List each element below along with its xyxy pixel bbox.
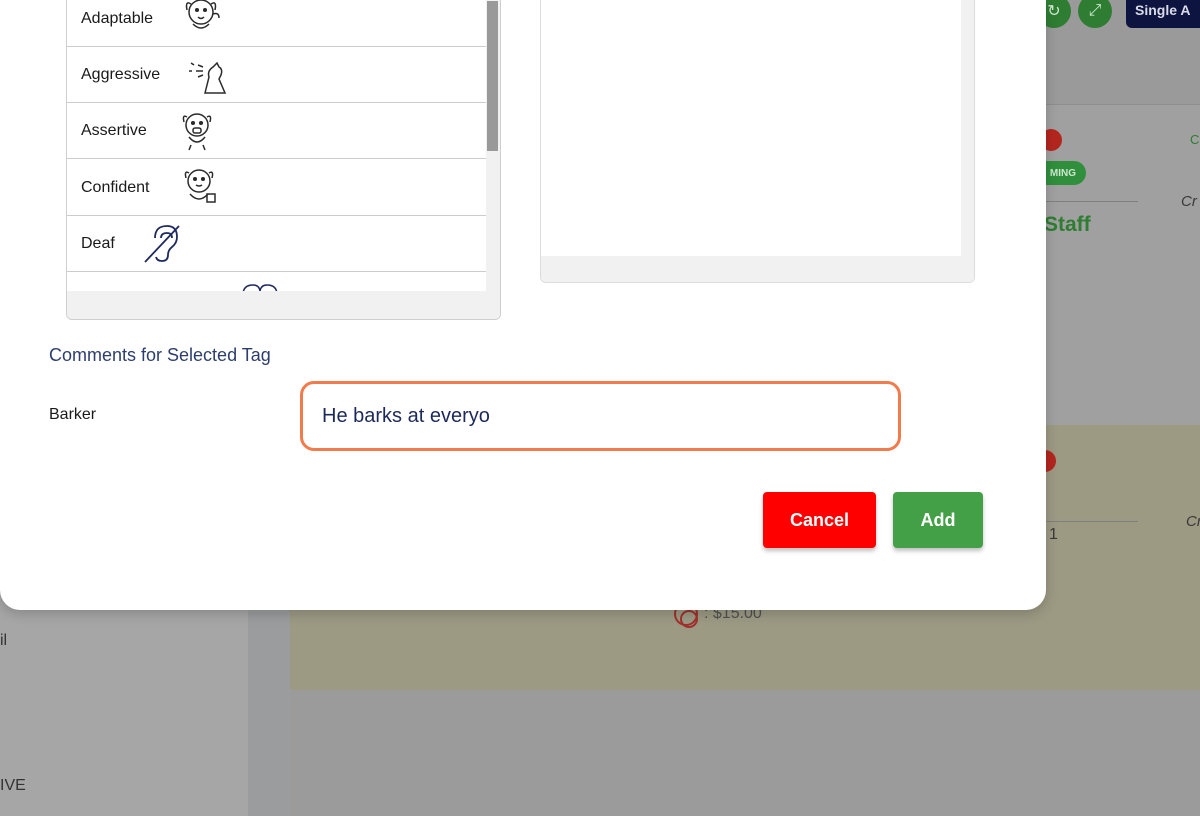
deaf-ear-icon [144,225,180,263]
sidebar-text-partial: IVE [0,777,26,794]
tag-label: Adaptable [81,9,154,27]
tag-label: Assertive [81,121,147,139]
selected-tags-panel [540,0,975,283]
tag-label: Aggressive [81,65,161,83]
sidebar-text-partial: il [0,632,8,649]
tag-label: Confident [81,178,150,196]
divider [1040,201,1138,202]
scrollbar-thumb[interactable] [487,1,498,151]
comments-section-title: Comments for Selected Tag [49,345,271,365]
vertical-scrollbar[interactable] [961,0,974,282]
tag-dialog: Adaptable Aggressive Assertive Confident… [0,0,1046,610]
tag-label: Deaf [81,234,115,252]
card-text-cr: Cr [1181,193,1197,210]
tag-item-assertive[interactable]: Assertive [67,103,487,159]
card-number: 1 [1049,526,1058,543]
tag-item-adaptable[interactable]: Adaptable [67,0,487,47]
horizontal-scrollbar[interactable] [541,256,974,282]
horizontal-scrollbar[interactable] [67,291,487,319]
divider [1046,521,1138,522]
selected-tag-name: Barker [49,406,97,423]
vertical-scrollbar[interactable] [486,0,500,319]
staff-label: Staff [1044,213,1091,236]
aggressive-dog-icon [189,61,227,94]
background-footer-area [290,690,1200,816]
confident-dog-icon [184,169,216,203]
add-button[interactable]: Add [893,492,983,548]
single-appointment-button[interactable]: Single A [1126,0,1200,28]
cancel-button[interactable]: Cancel [763,492,876,548]
tag-item-aggressive[interactable]: Aggressive [67,47,487,103]
tag-item-confident[interactable]: Confident [67,160,487,216]
card-text-cr: Cr [1186,513,1200,530]
tag-item-deaf[interactable]: Deaf [67,216,487,272]
status-indicator: C [1190,132,1200,147]
tag-comment-input[interactable] [300,381,901,451]
tag-list: Adaptable Aggressive Assertive Confident… [66,0,501,320]
assertive-dog-icon [182,113,212,151]
adaptable-dog-icon [185,0,220,29]
